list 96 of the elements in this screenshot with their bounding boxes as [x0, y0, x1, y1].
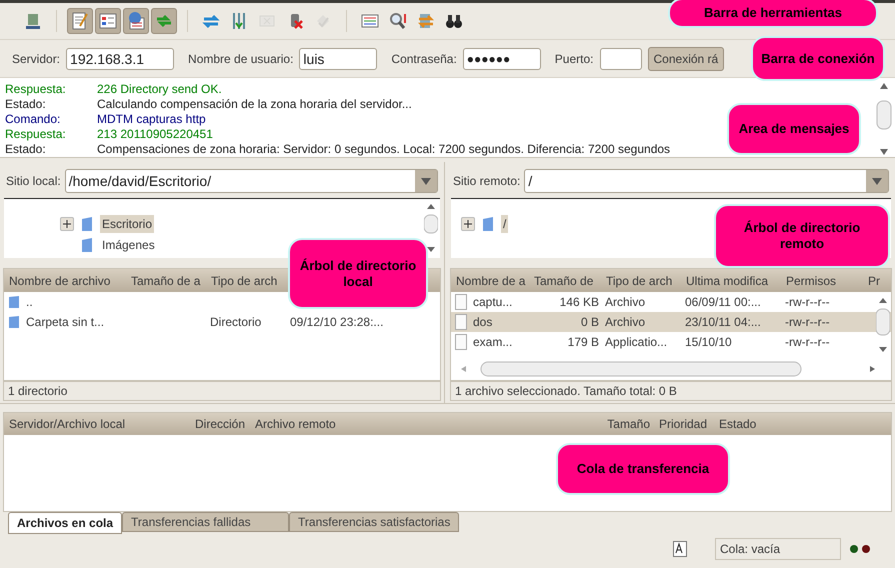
queue-tab[interactable]: Archivos en cola [8, 512, 122, 534]
column-header[interactable]: Tamaño de a [126, 272, 206, 290]
message-label: Respuesta: [5, 82, 67, 97]
site-label: Sitio local: [6, 173, 61, 190]
queue-tab[interactable]: Transferencias fallidas [122, 512, 290, 532]
notepad-icon [70, 11, 90, 31]
column-header[interactable]: Pr [863, 272, 887, 290]
column-header[interactable]: Nombre de a [451, 272, 529, 290]
message-label: Respuesta: [5, 127, 67, 142]
host-field[interactable]: 192.168.3.1 [66, 48, 174, 70]
message-text: 213 20110905220451 [97, 127, 213, 142]
folder-icon [80, 236, 94, 252]
message-label: Estado: [5, 142, 47, 157]
column-header[interactable]: Ultima modifica [681, 272, 781, 290]
status-text: 1 archivo seleccionado. Tamaño total: 0 B [450, 381, 892, 401]
file-row[interactable]: captu... 146 KB Archivo 06/09/11 00:... -rw-r--r-- [451, 292, 891, 312]
password-field[interactable]: ●●●●●● [462, 48, 541, 70]
plus-icon [464, 220, 472, 228]
magnifier-icon [388, 11, 408, 31]
table-cell-text: -rw-r--r-- [785, 294, 830, 311]
message-text: MDTM capturas http [97, 112, 206, 127]
path-combobox[interactable]: / [524, 169, 889, 193]
tree-item[interactable]: / [501, 214, 508, 232]
tree-item[interactable]: Imágenes [100, 236, 157, 254]
table-cell-text: 146 KB [560, 294, 599, 311]
field-label: Contraseña: [391, 50, 457, 68]
table-cell-text: 23/10/11 04:... [685, 314, 761, 331]
site-label: Sitio remoto: [453, 173, 520, 190]
port-field[interactable] [600, 48, 642, 70]
annotation-callout: Barra de conexión [751, 36, 885, 81]
column-header[interactable]: Prioridad [654, 415, 714, 433]
tree-item[interactable]: Escritorio [100, 214, 154, 232]
caret-icon [415, 170, 437, 192]
table-cell-text: 09/12/10 23:28:... [290, 314, 384, 331]
table-cell-text: dos [473, 314, 492, 331]
message-text: 226 Directory send OK. [97, 82, 222, 97]
table-cell-text: 179 B [568, 334, 599, 351]
server-icon [23, 11, 43, 31]
column-header[interactable]: Tipo de arch [601, 272, 681, 290]
table-cell-text: 0 B [580, 314, 599, 331]
folder-icon [481, 216, 495, 232]
folder-icon [8, 295, 20, 309]
column-header[interactable]: Servidor/Archivo local [4, 415, 190, 433]
message-text: Calculando compensación de la zona horaria del servidor... [97, 97, 412, 112]
file-icon [455, 314, 467, 330]
plus-icon [63, 220, 71, 228]
table-cell-text: Carpeta sin t... [26, 314, 104, 331]
username-field[interactable]: luis [299, 48, 378, 70]
sync-icon [416, 11, 436, 31]
field-label: Servidor: [12, 50, 60, 68]
column-header[interactable]: Dirección [190, 415, 250, 433]
file-icon [455, 334, 467, 350]
status-text: 1 directorio [3, 381, 441, 401]
path-combobox[interactable]: /home/david/Escritorio/ [64, 169, 438, 193]
caret-icon [866, 170, 888, 192]
panel-icon [98, 11, 118, 31]
file-icon [455, 294, 467, 310]
status-lights-icon [849, 544, 871, 554]
table-cell-text: -rw-r--r-- [785, 314, 830, 331]
file-row[interactable]: Carpeta sin t... Directorio 09/12/10 23:28:... [4, 312, 440, 332]
expand-button[interactable] [461, 216, 475, 230]
table-cell-text: Archivo [605, 314, 646, 331]
annotation-callout: Árbol de directorio remoto [714, 204, 890, 268]
globe-window-icon [126, 11, 146, 31]
message-label: Estado: [5, 97, 47, 112]
annotation-callout: Árbol de directorio local [288, 238, 428, 309]
table-cell-text: 15/10/10 [685, 334, 732, 351]
column-header[interactable]: Permisos [781, 272, 863, 290]
message-text: Compensaciones de zona horaria: Servidor: 0 segundos. Local: 7200 segundos. Diferencia: 7200 segundos [97, 142, 670, 157]
table-cell-text: 06/09/11 00:... [685, 294, 761, 311]
quickconnect-button[interactable]: Conexión rá [648, 46, 724, 70]
table-cell-text: .. [26, 294, 33, 311]
folder-icon [80, 216, 94, 232]
queue-status: Cola: vacía [715, 538, 841, 560]
queue-tab[interactable]: Transferencias satisfactorias [289, 512, 460, 532]
column-header[interactable]: Tamaño de [529, 272, 601, 290]
expand-button[interactable] [60, 216, 74, 230]
folder-icon [8, 315, 20, 329]
column-header[interactable]: Tipo de arch [206, 272, 286, 290]
field-label: Puerto: [554, 50, 594, 68]
annotation-callout: Cola de transferencia [556, 443, 730, 495]
message-label: Comando: [5, 112, 62, 127]
annotation-callout: Area de mensajes [727, 103, 861, 155]
table-cell-text: exam... [473, 334, 512, 351]
table-cell-text: Archivo [605, 294, 646, 311]
column-header[interactable]: Estado [714, 415, 794, 433]
column-header[interactable]: Nombre de archivo [4, 272, 126, 290]
table-cell-text: captu... [473, 294, 512, 311]
file-row[interactable]: dos 0 B Archivo 23/10/11 04:... -rw-r--r-- [451, 312, 891, 332]
table-cell-text: Directorio [210, 314, 262, 331]
file-row[interactable]: exam... 179 B Applicatio... 15/10/10 -rw-r--r-- [451, 332, 891, 352]
annotation-callout: Barra de herramientas [668, 0, 878, 28]
text-mode-icon [673, 541, 687, 557]
table-cell-text: -rw-r--r-- [785, 334, 830, 351]
field-label: Nombre de usuario: [188, 50, 294, 68]
table-cell-text: Applicatio... [605, 334, 668, 351]
